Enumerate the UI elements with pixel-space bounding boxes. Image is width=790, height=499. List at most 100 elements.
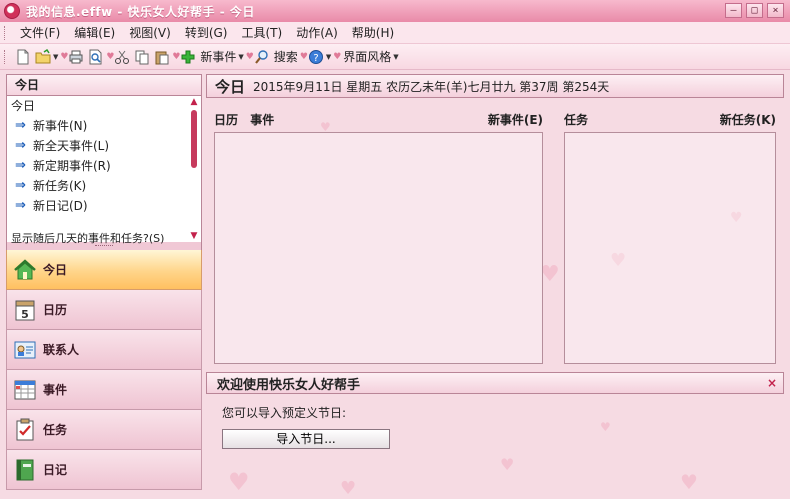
copy-button[interactable]: [132, 46, 152, 68]
events-column-headers: 日历 事件: [214, 111, 274, 128]
calendar-icon: 5: [15, 300, 35, 321]
tasks-pane-header: 任务 新任务(K): [556, 106, 784, 132]
nav-label: 联系人: [43, 343, 80, 357]
toolbar: ▼ ♥ ♥ ♥ 新事件 ▼ ♥ 搜索 ♥ ? ▼ ♥ 界面风格 ▼: [0, 44, 790, 70]
chevron-down-icon[interactable]: ▼: [53, 53, 58, 61]
arrow-right-icon: ⇒: [15, 118, 26, 133]
print-preview-button[interactable]: [86, 46, 106, 68]
copy-icon: [135, 50, 149, 64]
task-checklist-icon: [16, 418, 34, 440]
list-item-label: 新全天事件(L): [33, 139, 110, 153]
left-panel-header: 今日: [6, 74, 202, 96]
menu-view[interactable]: 视图(V): [122, 23, 178, 43]
calendar-column-header: 日历: [214, 112, 239, 127]
skin-button[interactable]: 界面风格 ▼: [339, 46, 400, 68]
nav-label: 任务: [43, 423, 68, 437]
printer-icon: [69, 50, 83, 63]
scissors-icon: [115, 50, 130, 64]
list-item-new-event[interactable]: ⇒ 新事件(N): [7, 116, 201, 136]
svg-text:?: ?: [313, 53, 318, 64]
title-bar: 我的信息.effw - 快乐女人好帮手 - 今日 – □ ×: [0, 0, 790, 22]
nav-events[interactable]: 事件: [6, 370, 202, 410]
scroll-up-icon[interactable]: ▲: [189, 98, 199, 107]
list-item-label: 新日记(D): [33, 199, 88, 213]
nav-tasks[interactable]: 任务: [6, 410, 202, 450]
events-list[interactable]: [214, 132, 543, 364]
tasks-list[interactable]: [564, 132, 776, 364]
list-item-new-recurring-event[interactable]: ⇒ 新定期事件(R): [7, 156, 201, 176]
search-icon: [254, 49, 268, 64]
print-button[interactable]: [66, 46, 86, 68]
arrow-right-icon: ⇒: [15, 138, 26, 153]
menu-goto[interactable]: 转到(G): [178, 23, 235, 43]
welcome-text: 您可以导入预定义节日:: [222, 406, 347, 420]
navigation-panel: 今日 今日 ⇒ 新事件(N) ⇒ 新全天事件(L) ⇒ 新定期事件(R) ⇒ 新…: [6, 74, 202, 499]
nav-today[interactable]: 今日: [6, 250, 202, 290]
paste-button[interactable]: [152, 46, 172, 68]
arrow-right-icon: ⇒: [15, 158, 26, 173]
search-label: 搜索: [273, 50, 298, 64]
open-button[interactable]: ▼: [33, 46, 60, 68]
nav-label: 今日: [43, 263, 68, 277]
list-item-label: 新事件(N): [33, 119, 88, 133]
today-task-list: 今日 ⇒ 新事件(N) ⇒ 新全天事件(L) ⇒ 新定期事件(R) ⇒ 新任务(…: [6, 96, 202, 244]
scroll-down-icon[interactable]: ▼: [189, 232, 199, 241]
task-column-header: 任务: [564, 112, 589, 127]
window-title: 我的信息.effw - 快乐女人好帮手 - 今日: [26, 4, 255, 19]
arrow-right-icon: ⇒: [15, 178, 26, 193]
window-controls: – □ ×: [725, 3, 784, 18]
list-item-show-upcoming[interactable]: 显示随后几天的事件和任务?(S): [11, 230, 189, 244]
splitter-grip: [95, 245, 113, 247]
chevron-down-icon[interactable]: ▼: [393, 53, 398, 61]
events-pane-header: 日历 事件 新事件(E): [206, 106, 551, 132]
page-title: 今日: [215, 77, 246, 96]
minimize-button[interactable]: –: [725, 3, 742, 18]
menu-actions[interactable]: 动作(A): [289, 23, 345, 43]
nav-calendar[interactable]: 5 日历: [6, 290, 202, 330]
nav-contacts[interactable]: 联系人: [6, 330, 202, 370]
events-pane: 日历 事件 新事件(E): [206, 106, 551, 364]
menu-grip[interactable]: [4, 25, 7, 40]
menu-edit[interactable]: 编辑(E): [67, 23, 122, 43]
plus-icon: [181, 50, 195, 63]
new-file-button[interactable]: [13, 46, 33, 68]
new-file-icon: [17, 49, 29, 64]
list-item-new-task[interactable]: ⇒ 新任务(K): [7, 176, 201, 196]
home-icon: [14, 258, 36, 279]
new-event-link[interactable]: 新事件(E): [488, 111, 543, 128]
menu-tools[interactable]: 工具(T): [234, 23, 289, 43]
list-item-new-allday-event[interactable]: ⇒ 新全天事件(L): [7, 136, 201, 156]
tasks-pane: 任务 新任务(K): [556, 106, 784, 364]
list-item-new-diary[interactable]: ⇒ 新日记(D): [7, 196, 201, 216]
paste-icon: [155, 51, 169, 64]
menu-file[interactable]: 文件(F): [13, 23, 67, 43]
menu-help[interactable]: 帮助(H): [345, 23, 401, 43]
help-button[interactable]: ? ▼: [306, 46, 333, 68]
nav-label: 日记: [43, 463, 68, 477]
new-task-link[interactable]: 新任务(K): [720, 111, 776, 128]
list-title: 今日: [11, 99, 36, 113]
scroll-thumb[interactable]: [191, 110, 197, 168]
toolbar-grip[interactable]: [4, 49, 7, 64]
cut-button[interactable]: [112, 46, 132, 68]
arrow-right-icon: ⇒: [15, 198, 26, 213]
today-date-info: 2015年9月11日 星期五 农历乙未年(羊)七月廿九 第37周 第254天: [253, 79, 610, 94]
print-preview-icon: [89, 49, 102, 64]
chevron-down-icon[interactable]: ▼: [238, 53, 243, 61]
list-scrollbar[interactable]: ▲: [189, 98, 199, 238]
close-button[interactable]: ×: [767, 3, 784, 18]
calendar-day-number: 5: [21, 308, 29, 321]
help-icon: ?: [308, 49, 323, 64]
maximize-button[interactable]: □: [746, 3, 763, 18]
close-icon[interactable]: ×: [767, 376, 777, 390]
nav-diary[interactable]: 日记: [6, 450, 202, 490]
search-button[interactable]: 搜索: [252, 46, 300, 68]
import-holidays-button[interactable]: 导入节日...: [222, 429, 390, 449]
nav-label: 事件: [43, 383, 68, 397]
main-content: 今日 2015年9月11日 星期五 农历乙未年(羊)七月廿九 第37周 第254…: [206, 74, 784, 499]
open-folder-icon: [35, 48, 51, 63]
chevron-down-icon[interactable]: ▼: [326, 53, 331, 61]
new-event-button[interactable]: 新事件 ▼: [178, 46, 245, 68]
new-event-label: 新事件: [200, 50, 237, 64]
event-column-header: 事件: [250, 112, 275, 127]
